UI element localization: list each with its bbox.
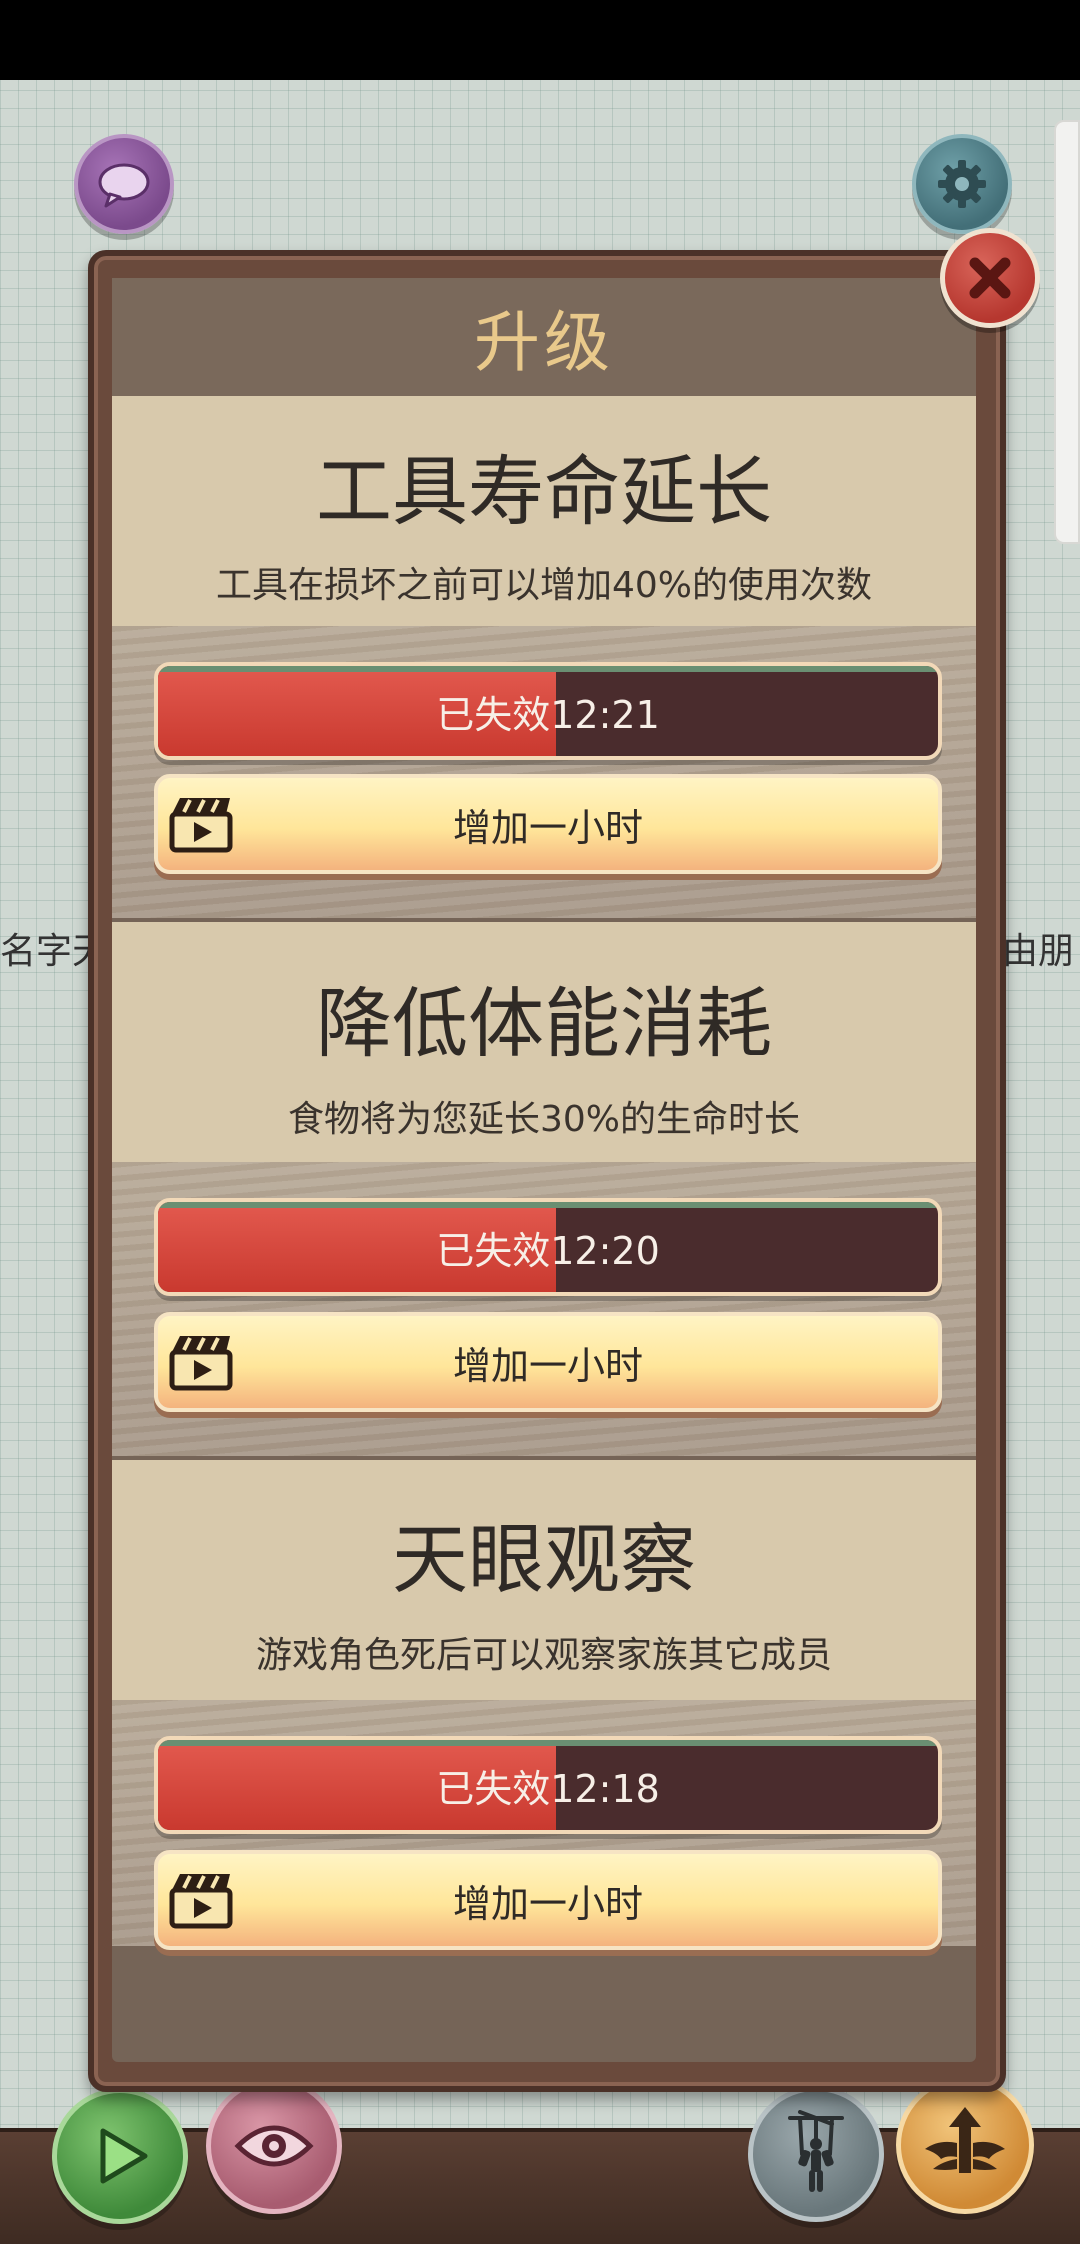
side-scroll-panel	[1054, 120, 1080, 544]
expiry-timer-bar: 已失效12:21	[154, 662, 942, 760]
gear-icon	[938, 160, 986, 208]
upgrade-description: 工具在损坏之前可以增加40%的使用次数	[215, 565, 873, 606]
play-button[interactable]	[52, 2088, 188, 2224]
upgrade-dialog-header: 升级	[112, 278, 976, 396]
expiry-timer-bar: 已失效12:18	[154, 1736, 942, 1834]
timer-status-text: 已失效12:20	[436, 1228, 660, 1273]
add-hour-label: 增加一小时	[452, 1881, 643, 1926]
upgrade-button[interactable]	[896, 2076, 1034, 2214]
clapperboard-icon	[169, 1874, 233, 1929]
puppet-button[interactable]	[748, 2086, 884, 2222]
close-button[interactable]	[940, 228, 1040, 328]
settings-button[interactable]	[912, 134, 1012, 234]
upgrade-card-stamina: 降低体能消耗 食物将为您延长30%的生命时长	[112, 922, 976, 1162]
upgrade-title: 工具寿命延长	[316, 447, 772, 536]
clapperboard-icon	[169, 1336, 233, 1391]
add-one-hour-button[interactable]: 增加一小时	[154, 1312, 942, 1412]
upgrade-title: 降低体能消耗	[316, 979, 772, 1068]
close-x-icon	[969, 257, 1011, 299]
add-one-hour-button[interactable]: 增加一小时	[154, 774, 942, 874]
winged-arrow-icon	[925, 2107, 1005, 2173]
add-hour-label: 增加一小时	[452, 805, 643, 850]
dialog-title: 升级	[474, 304, 614, 381]
chat-bubble-icon	[98, 163, 150, 208]
chat-button[interactable]	[74, 134, 174, 234]
add-hour-label: 增加一小时	[452, 1343, 643, 1388]
add-one-hour-button[interactable]: 增加一小时	[154, 1850, 942, 1950]
clapperboard-icon	[169, 798, 233, 853]
eye-icon	[234, 2125, 314, 2167]
background-text-right: 由朋	[1002, 931, 1075, 972]
upgrade-description: 食物将为您延长30%的生命时长	[287, 1099, 801, 1140]
upgrade-title: 天眼观察	[392, 1515, 696, 1604]
status-bar	[0, 0, 1080, 80]
upgrade-card-tool-life: 工具寿命延长 工具在损坏之前可以增加40%的使用次数	[112, 396, 976, 626]
timer-status-text: 已失效12:21	[436, 692, 660, 737]
play-icon	[100, 2128, 148, 2184]
timer-status-text: 已失效12:18	[436, 1766, 660, 1811]
view-button[interactable]	[206, 2078, 342, 2214]
upgrade-card-sky-eye: 天眼观察 游戏角色死后可以观察家族其它成员	[112, 1460, 976, 1700]
expiry-timer-bar: 已失效12:20	[154, 1198, 942, 1296]
puppet-icon	[788, 2110, 844, 2192]
upgrade-description: 游戏角色死后可以观察家族其它成员	[255, 1635, 832, 1676]
